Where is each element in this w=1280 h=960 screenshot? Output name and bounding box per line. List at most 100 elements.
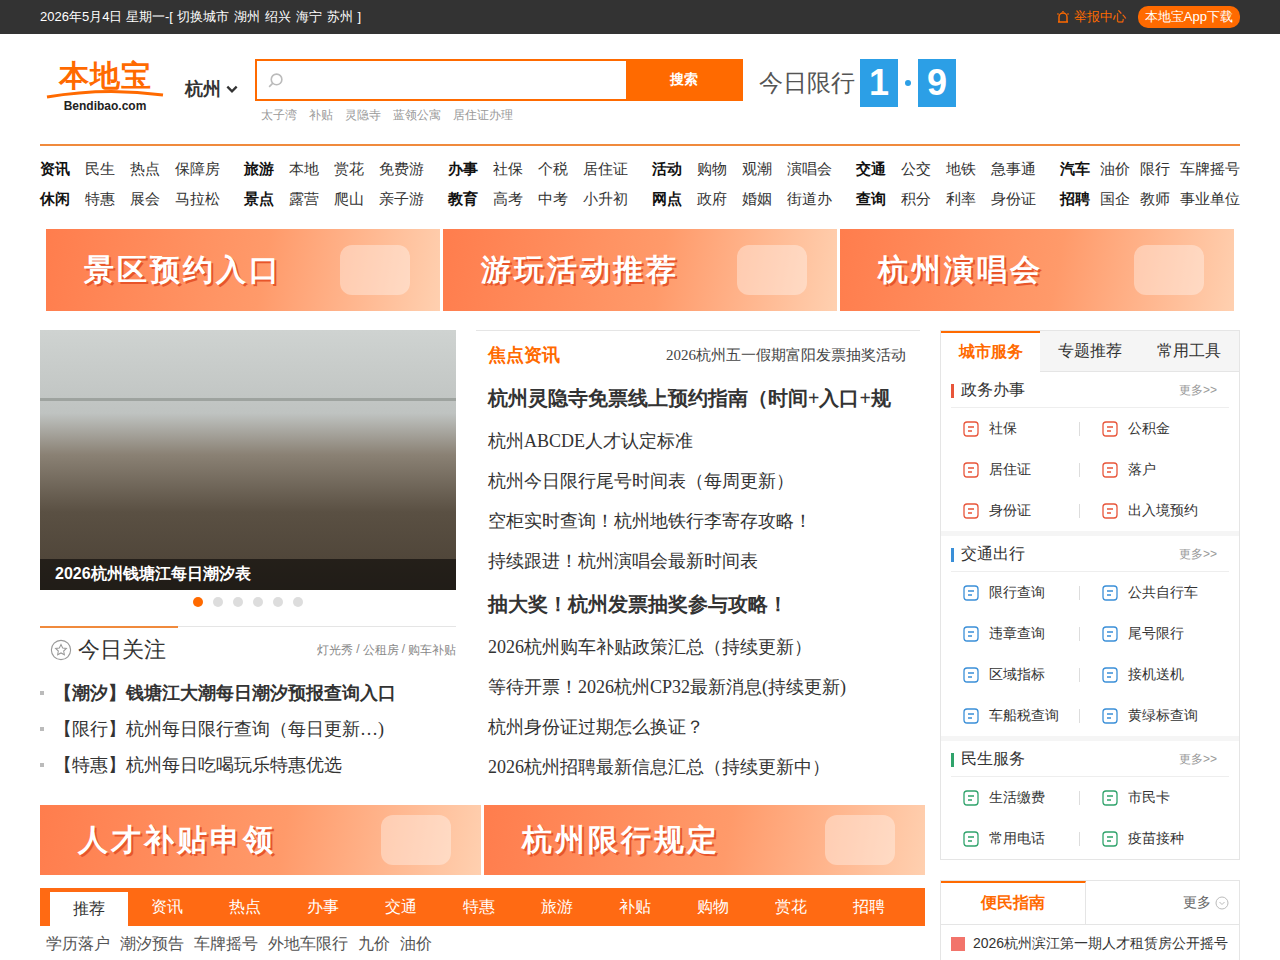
nav-link[interactable]: 招聘 — [1060, 190, 1090, 209]
nav-link[interactable]: 查询 — [856, 190, 886, 209]
nav-link[interactable]: 热点 — [130, 160, 160, 179]
city-link[interactable]: 湖州 — [234, 9, 260, 24]
nav-link[interactable]: 事业单位 — [1180, 190, 1240, 209]
sub-link[interactable]: 外地车限行 — [268, 934, 348, 955]
slide-dot[interactable] — [193, 597, 203, 607]
nav-link[interactable]: 街道办 — [787, 190, 832, 209]
slide-caption[interactable]: 2026杭州钱塘江每日潮汐表 — [40, 559, 456, 590]
today-link[interactable]: 灯光秀 — [317, 642, 353, 659]
today-link[interactable]: 购车补贴 — [408, 642, 456, 659]
service-item[interactable]: 市民卡 — [1090, 777, 1229, 818]
slide-dot[interactable] — [233, 597, 243, 607]
nav-link[interactable]: 身份证 — [991, 190, 1036, 209]
service-tab[interactable]: 专题推荐 — [1040, 331, 1139, 372]
channel-tab[interactable]: 特惠 — [440, 888, 518, 926]
news-item[interactable]: 抽大奖！杭州发票抽奖参与攻略！ — [488, 581, 920, 627]
service-tab[interactable]: 常用工具 — [1140, 331, 1239, 372]
nav-link[interactable]: 演唱会 — [787, 160, 832, 179]
nav-link[interactable]: 教师 — [1140, 190, 1170, 209]
channel-tab[interactable]: 旅游 — [518, 888, 596, 926]
nav-link[interactable]: 民生 — [85, 160, 115, 179]
service-item[interactable]: 尾号限行 — [1090, 613, 1229, 654]
nav-link[interactable]: 政府 — [697, 190, 727, 209]
nav-link[interactable]: 活动 — [652, 160, 682, 179]
nav-link[interactable]: 个税 — [538, 160, 568, 179]
nav-link[interactable]: 中考 — [538, 190, 568, 209]
guide-item[interactable]: 2026杭州滨江第一期人才租赁房公开摇号 — [941, 925, 1239, 960]
service-item[interactable]: 区域指标 — [951, 654, 1090, 695]
nav-link[interactable]: 车牌摇号 — [1180, 160, 1240, 179]
nav-link[interactable]: 保障房 — [175, 160, 220, 179]
channel-tab[interactable]: 热点 — [206, 888, 284, 926]
news-item[interactable]: 杭州身份证过期怎么换证？ — [488, 707, 920, 747]
nav-link[interactable]: 爬山 — [334, 190, 364, 209]
hot-word[interactable]: 居住证办理 — [453, 107, 513, 124]
news-item[interactable]: 等待开票！2026杭州CP32最新消息(持续更新) — [488, 667, 920, 707]
channel-tab[interactable]: 赏花 — [752, 888, 830, 926]
slide-dot[interactable] — [273, 597, 283, 607]
nav-link[interactable]: 地铁 — [946, 160, 976, 179]
promo-banner[interactable]: 游玩活动推荐 — [443, 229, 837, 311]
nav-link[interactable]: 展会 — [130, 190, 160, 209]
city-select[interactable]: 杭州 — [185, 59, 239, 101]
logo[interactable]: 本地宝Bendibao.com — [40, 59, 170, 113]
nav-link[interactable]: 汽车 — [1060, 160, 1090, 179]
nav-link[interactable]: 油价 — [1100, 160, 1130, 179]
service-item[interactable]: 接机送机 — [1090, 654, 1229, 695]
channel-tab[interactable]: 推荐 — [50, 892, 128, 926]
report-link[interactable]: 举报中心 — [1055, 8, 1126, 26]
nav-link[interactable]: 办事 — [448, 160, 478, 179]
service-item[interactable]: 身份证 — [951, 490, 1090, 531]
nav-link[interactable]: 高考 — [493, 190, 523, 209]
promo-banner[interactable]: 人才补贴申领 — [40, 805, 481, 875]
promo-banner[interactable]: 杭州限行规定 — [484, 805, 925, 875]
more-link[interactable]: 更多>> — [1179, 382, 1217, 399]
focus-ticker[interactable]: 2026杭州五一假期富阳发票抽奖活动 — [666, 346, 906, 365]
service-item[interactable]: 疫苗接种 — [1090, 818, 1229, 859]
nav-link[interactable]: 积分 — [901, 190, 931, 209]
promo-banner[interactable]: 杭州演唱会 — [840, 229, 1234, 311]
news-item[interactable]: 杭州灵隐寺免票线上预约指南（时间+入口+规 — [488, 375, 920, 421]
app-download-button[interactable]: 本地宝App下载 — [1138, 6, 1240, 28]
city-link[interactable]: 海宁 — [296, 9, 322, 24]
nav-link[interactable]: 公交 — [901, 160, 931, 179]
sub-link[interactable]: 九价 — [358, 934, 390, 955]
hot-word[interactable]: 补贴 — [309, 107, 333, 124]
nav-link[interactable]: 特惠 — [85, 190, 115, 209]
service-item[interactable]: 常用电话 — [951, 818, 1090, 859]
nav-link[interactable]: 网点 — [652, 190, 682, 209]
slide-dot[interactable] — [213, 597, 223, 607]
channel-tab[interactable]: 交通 — [362, 888, 440, 926]
service-item[interactable]: 公积金 — [1090, 408, 1229, 449]
slideshow[interactable]: 2026杭州钱塘江每日潮汐表 — [40, 330, 456, 590]
news-item[interactable]: 2026杭州招聘最新信息汇总（持续更新中） — [488, 747, 920, 787]
nav-link[interactable]: 教育 — [448, 190, 478, 209]
sub-link[interactable]: 潮汐预告 — [120, 934, 184, 955]
slide-dot[interactable] — [293, 597, 303, 607]
service-item[interactable]: 车船税查询 — [951, 695, 1090, 736]
service-item[interactable]: 生活缴费 — [951, 777, 1090, 818]
nav-link[interactable]: 马拉松 — [175, 190, 220, 209]
hot-word[interactable]: 太子湾 — [261, 107, 297, 124]
promo-banner[interactable]: 景区预约入口 — [46, 229, 440, 311]
service-item[interactable]: 黄绿标查询 — [1090, 695, 1229, 736]
channel-tab[interactable]: 办事 — [284, 888, 362, 926]
nav-link[interactable]: 限行 — [1140, 160, 1170, 179]
nav-link[interactable]: 居住证 — [583, 160, 628, 179]
more-link[interactable]: 更多>> — [1179, 751, 1217, 768]
nav-link[interactable]: 休闲 — [40, 190, 70, 209]
nav-link[interactable]: 赏花 — [334, 160, 364, 179]
news-item[interactable]: 持续跟进！杭州演唱会最新时间表 — [488, 541, 920, 581]
city-link[interactable]: 绍兴 — [265, 9, 291, 24]
channel-tab[interactable]: 补贴 — [596, 888, 674, 926]
slide-dot[interactable] — [253, 597, 263, 607]
nav-link[interactable]: 购物 — [697, 160, 727, 179]
nav-link[interactable]: 交通 — [856, 160, 886, 179]
channel-tab[interactable]: 招聘 — [830, 888, 908, 926]
news-item[interactable]: 杭州ABCDE人才认定标准 — [488, 421, 920, 461]
sub-link[interactable]: 油价 — [400, 934, 432, 955]
channel-tab[interactable]: 资讯 — [128, 888, 206, 926]
nav-link[interactable]: 小升初 — [583, 190, 628, 209]
sub-link[interactable]: 车牌摇号 — [194, 934, 258, 955]
today-item[interactable]: 【特惠】杭州每日吃喝玩乐特惠优选 — [40, 747, 456, 783]
